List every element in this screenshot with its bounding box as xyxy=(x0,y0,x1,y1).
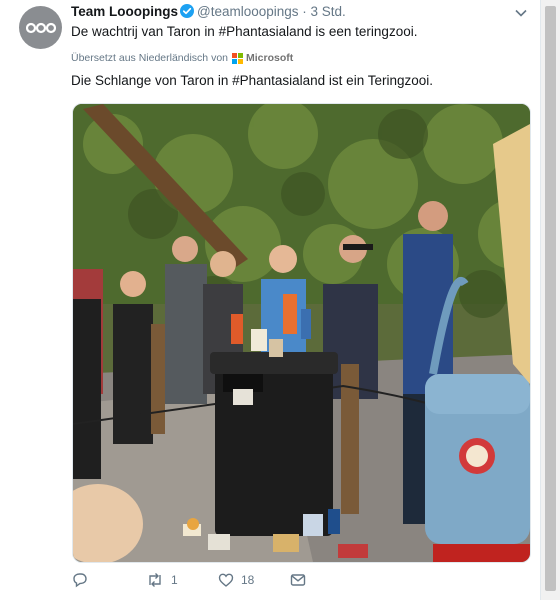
tweet-text: De wachtrij van Taron in #Phantasialand … xyxy=(71,24,418,39)
translator-name[interactable]: Microsoft xyxy=(246,52,293,64)
avatar[interactable] xyxy=(19,6,62,49)
like-icon xyxy=(218,573,234,587)
retweet-button[interactable]: 1 xyxy=(146,572,178,588)
scrollbar[interactable] xyxy=(541,0,560,600)
direct-message-button[interactable] xyxy=(290,572,306,588)
reply-icon xyxy=(73,573,87,588)
logo-icon xyxy=(25,22,56,33)
reply-button[interactable] xyxy=(72,572,95,588)
photo-image xyxy=(73,104,530,562)
retweet-icon xyxy=(149,573,161,587)
like-button[interactable]: 18 xyxy=(218,572,254,588)
tweet-time[interactable]: · 3 Std. xyxy=(302,4,346,19)
display-name[interactable]: Team Looopings xyxy=(71,4,178,19)
tweet-card[interactable]: Team Looopings @teamlooopings · 3 Std. De… xyxy=(0,0,541,600)
verified-badge-icon xyxy=(180,4,194,21)
tweet-header: Team Looopings @teamlooopings · 3 Std. xyxy=(71,4,346,21)
chevron-down-icon[interactable] xyxy=(514,6,528,20)
scrollbar-thumb[interactable] xyxy=(545,6,556,591)
tweet-photo[interactable] xyxy=(72,103,531,563)
tweet-actions: 1 18 xyxy=(72,572,372,592)
microsoft-logo-icon xyxy=(232,52,243,64)
translated-note: Übersetzt aus Niederländisch von xyxy=(71,52,228,64)
user-handle[interactable]: @teamlooopings xyxy=(197,4,299,19)
like-count: 18 xyxy=(241,573,255,587)
message-icon xyxy=(290,574,306,586)
translated-text: Die Schlange von Taron in #Phantasialand… xyxy=(71,73,433,88)
translation-attribution: Übersetzt aus Niederländisch von Microso… xyxy=(71,52,293,64)
retweet-count: 1 xyxy=(171,573,178,587)
